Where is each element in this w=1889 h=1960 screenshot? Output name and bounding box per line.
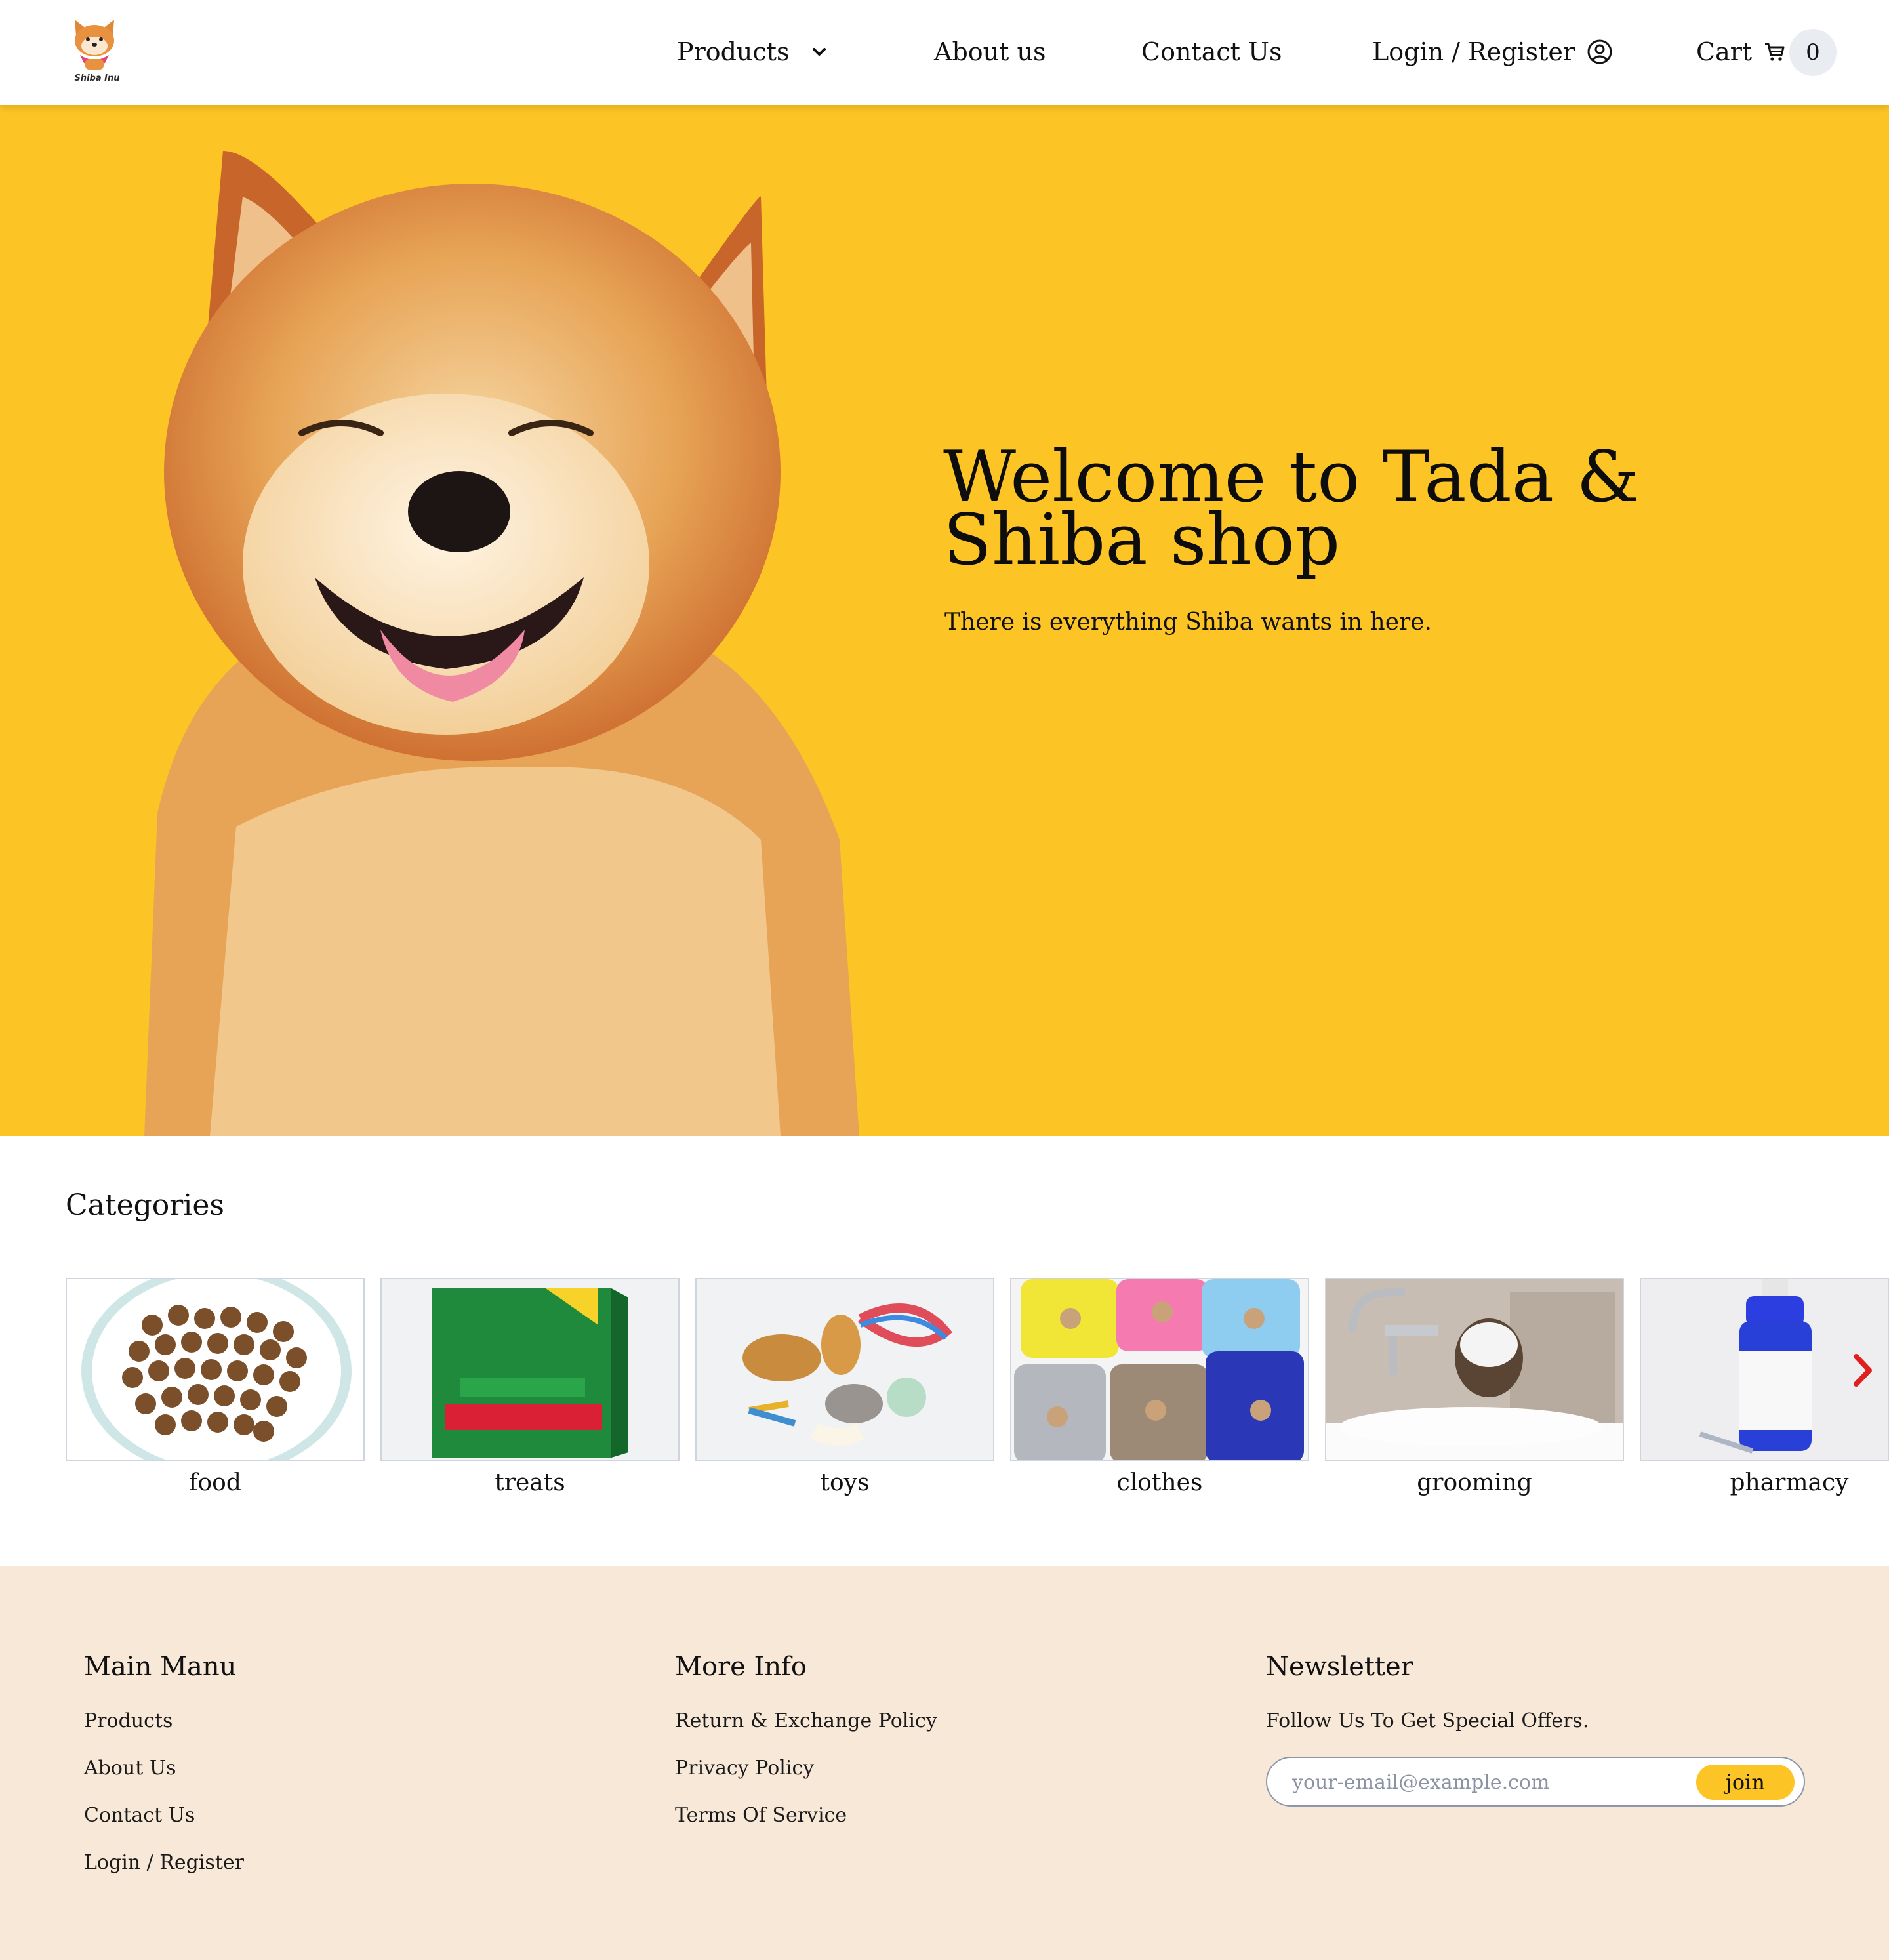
cart-icon — [1765, 43, 1785, 61]
user-icon — [1587, 39, 1612, 64]
category-label-treats[interactable]: treats — [380, 1469, 680, 1496]
footer-more-info-title: More Info — [675, 1652, 807, 1682]
nav-about-label: About us — [934, 37, 1046, 66]
newsletter-text: Follow Us To Get Special Offers. — [1266, 1709, 1589, 1732]
footer-link-login[interactable]: Login / Register — [84, 1851, 244, 1874]
category-card-food[interactable] — [66, 1278, 365, 1461]
logo-text: Shiba Inu — [74, 73, 120, 83]
category-card-toys[interactable] — [695, 1278, 994, 1461]
footer-link-terms[interactable]: Terms Of Service — [675, 1804, 847, 1827]
hero-subtitle: There is everything Shiba wants in here. — [944, 609, 1432, 636]
carousel-next-arrow-icon[interactable] — [1850, 1351, 1876, 1389]
category-card-grooming[interactable] — [1325, 1278, 1624, 1461]
category-label-clothes[interactable]: clothes — [1010, 1469, 1309, 1496]
dog-clothes-image — [1011, 1279, 1308, 1460]
chevron-down-icon — [813, 48, 826, 56]
cart-count-badge[interactable]: 0 — [1789, 29, 1837, 76]
shiba-logo-icon — [75, 20, 114, 70]
nav-cart-label: Cart — [1696, 37, 1753, 66]
site-header: Shiba Inu Products About us Contact Us L… — [0, 0, 1889, 105]
newsletter-form: join — [1266, 1757, 1805, 1807]
dog-food-bowl-image — [67, 1279, 363, 1460]
footer-main-menu-title: Main Manu — [84, 1652, 237, 1682]
category-card-treats[interactable] — [380, 1278, 680, 1461]
footer-newsletter-title: Newsletter — [1266, 1652, 1413, 1682]
category-label-grooming[interactable]: grooming — [1325, 1469, 1624, 1496]
categories-title: Categories — [66, 1189, 224, 1222]
footer-link-about[interactable]: About Us — [84, 1757, 176, 1780]
dog-bath-image — [1326, 1279, 1623, 1460]
hero-banner: Welcome to Tada & Shiba shop There is ev… — [0, 105, 1889, 1136]
nav-products[interactable]: Products — [677, 33, 827, 71]
footer-link-products[interactable]: Products — [84, 1709, 173, 1732]
category-label-pharmacy[interactable]: pharmacy — [1640, 1469, 1889, 1496]
newsletter-email-input[interactable] — [1292, 1766, 1659, 1799]
site-footer: Main Manu Products About Us Contact Us L… — [0, 1566, 1889, 1960]
nav-login-label: Login / Register — [1372, 37, 1575, 66]
footer-link-return-policy[interactable]: Return & Exchange Policy — [675, 1709, 937, 1732]
nav-login[interactable]: Login / Register — [1372, 33, 1613, 71]
category-label-toys[interactable]: toys — [695, 1469, 994, 1496]
shiba-logo[interactable]: Shiba Inu — [63, 16, 126, 88]
footer-link-privacy-policy[interactable]: Privacy Policy — [675, 1757, 814, 1780]
hero-title: Welcome to Tada & Shiba shop — [943, 436, 1640, 581]
nav-products-label: Products — [677, 37, 790, 66]
nav-cart[interactable]: Cart — [1696, 33, 1786, 71]
dog-toys-image — [697, 1279, 993, 1460]
nav-contact[interactable]: Contact Us — [1141, 33, 1282, 71]
category-card-clothes[interactable] — [1010, 1278, 1309, 1461]
greenies-box-image — [382, 1279, 678, 1460]
nav-about[interactable]: About us — [934, 33, 1046, 71]
category-label-food[interactable]: food — [66, 1469, 365, 1496]
newsletter-join-button[interactable]: join — [1696, 1765, 1795, 1800]
footer-link-contact[interactable]: Contact Us — [84, 1804, 195, 1827]
nav-contact-label: Contact Us — [1141, 37, 1282, 66]
shiba-dog-photo — [144, 151, 859, 1136]
